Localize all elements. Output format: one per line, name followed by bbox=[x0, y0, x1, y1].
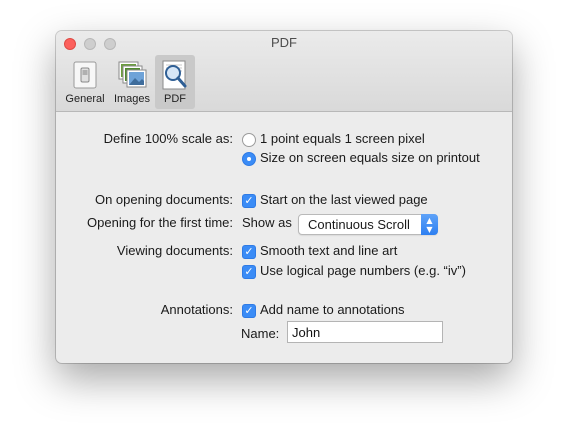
title-bar: PDF General Images PDF bbox=[56, 31, 512, 112]
tab-pdf-label: PDF bbox=[164, 93, 186, 105]
chevron-updown-icon: ▲ ▼ bbox=[421, 214, 438, 235]
first-time-label: Opening for the first time: bbox=[87, 215, 233, 230]
logical-page-numbers-label: Use logical page numbers (e.g. “iv”) bbox=[260, 263, 466, 278]
pdf-magnifier-icon bbox=[159, 59, 191, 91]
tab-images[interactable]: Images bbox=[109, 55, 155, 109]
view-mode-popup[interactable]: Continuous Scroll ▲ ▼ bbox=[298, 214, 438, 235]
pdf-preferences-pane: Define 100% scale as: 1 point equals 1 s… bbox=[56, 112, 512, 363]
images-icon bbox=[116, 59, 148, 91]
smooth-text-checkbox[interactable]: ✓ bbox=[242, 245, 256, 259]
name-label: Name: bbox=[241, 326, 280, 341]
smooth-text-label: Smooth text and line art bbox=[260, 243, 398, 258]
tab-images-label: Images bbox=[113, 93, 151, 105]
preferences-window: PDF General Images PDF Define 100% scale… bbox=[56, 31, 512, 363]
add-name-label: Add name to annotations bbox=[260, 302, 405, 317]
tab-general[interactable]: General bbox=[61, 55, 109, 109]
tab-pdf[interactable]: PDF bbox=[155, 55, 195, 109]
show-as-label: Show as bbox=[242, 215, 292, 230]
last-viewed-page-label: Start on the last viewed page bbox=[260, 192, 428, 207]
view-mode-value: Continuous Scroll bbox=[308, 217, 410, 232]
window-title: PDF bbox=[271, 35, 297, 50]
add-name-checkbox[interactable]: ✓ bbox=[242, 304, 256, 318]
scale-option-screen-pixel-label: 1 point equals 1 screen pixel bbox=[260, 131, 425, 146]
viewing-label: Viewing documents: bbox=[116, 243, 233, 258]
scale-option-printout-size-label: Size on screen equals size on printout bbox=[260, 150, 480, 165]
name-field[interactable] bbox=[287, 321, 443, 343]
last-viewed-page-checkbox[interactable]: ✓ bbox=[242, 194, 256, 208]
annotations-label: Annotations: bbox=[160, 302, 233, 317]
opening-label: On opening documents: bbox=[94, 192, 233, 207]
tab-general-label: General bbox=[65, 93, 105, 105]
general-switch-icon bbox=[69, 59, 101, 91]
scale-label: Define 100% scale as: bbox=[103, 131, 233, 146]
scale-radio-screen-pixel[interactable] bbox=[242, 133, 256, 147]
logical-page-numbers-checkbox[interactable]: ✓ bbox=[242, 265, 256, 279]
scale-radio-printout-size[interactable] bbox=[242, 152, 256, 166]
